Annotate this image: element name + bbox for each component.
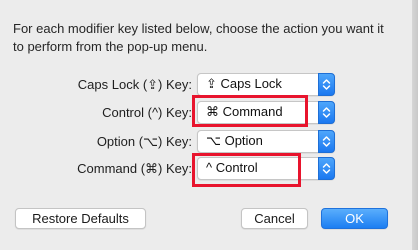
caps-lock-popup-value: ⇪ Caps Lock: [206, 76, 282, 91]
updown-chevron-icon[interactable]: [318, 130, 335, 153]
option-key-label: Option (⌥) Key:: [96, 134, 192, 149]
restore-defaults-button[interactable]: Restore Defaults: [15, 208, 146, 229]
row-caps-lock: Caps Lock (⇪) Key: ⇪ Caps Lock: [0, 73, 410, 97]
ok-button[interactable]: OK: [321, 208, 388, 229]
caps-lock-popup[interactable]: ⇪ Caps Lock: [197, 73, 335, 96]
highlight-box-command: [192, 153, 301, 187]
caps-lock-key-label: Caps Lock (⇪) Key:: [77, 77, 192, 92]
modifier-keys-sheet: For each modifier key listed below, choo…: [0, 0, 418, 250]
option-popup[interactable]: ⌥ Option: [197, 130, 335, 153]
row-option: Option (⌥) Key: ⌥ Option: [0, 130, 410, 154]
updown-chevron-icon[interactable]: [318, 101, 335, 124]
cancel-button[interactable]: Cancel: [241, 208, 308, 229]
updown-chevron-icon[interactable]: [318, 157, 335, 180]
updown-chevron-icon[interactable]: [318, 73, 335, 96]
instructions-text: For each modifier key listed below, choo…: [13, 21, 384, 54]
window-edge: [412, 0, 418, 250]
control-key-label: Control (^) Key:: [102, 105, 192, 120]
option-popup-value: ⌥ Option: [206, 133, 263, 148]
command-key-label: Command (⌘) Key:: [77, 161, 192, 176]
highlight-box-control: [192, 95, 308, 127]
